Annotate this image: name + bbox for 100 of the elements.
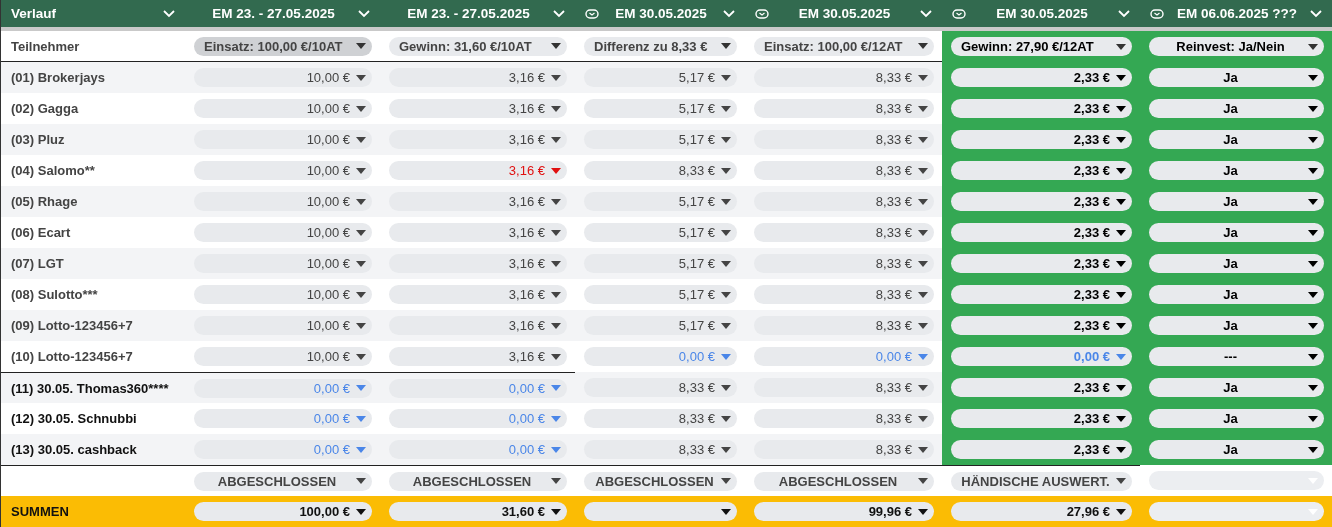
dropdown-chip[interactable]: 2,33 € <box>951 285 1132 304</box>
dropdown-chip[interactable]: 8,33 € <box>754 99 934 118</box>
chevron-down-icon[interactable] <box>1310 9 1322 18</box>
dropdown-chip[interactable]: Einsatz: 100,00 €/10AT <box>194 36 372 56</box>
dropdown-chip[interactable]: 10,00 € <box>194 99 372 118</box>
dropdown-chip[interactable]: 8,33 € <box>584 440 737 459</box>
dropdown-chip[interactable]: Ja <box>1149 161 1324 180</box>
chevron-down-icon[interactable] <box>553 9 565 18</box>
dropdown-chip[interactable]: 10,00 € <box>194 316 372 335</box>
dropdown-chip[interactable]: 10,00 € <box>194 192 372 211</box>
dropdown-chip[interactable]: 3,16 € <box>389 254 567 273</box>
dropdown-chip[interactable]: 99,96 € <box>754 502 934 521</box>
dropdown-chip[interactable]: 27,96 € <box>951 502 1132 521</box>
dropdown-chip[interactable]: 8,33 € <box>754 378 934 397</box>
dropdown-chip[interactable]: 10,00 € <box>194 161 372 180</box>
dropdown-chip[interactable]: 8,33 € <box>754 68 934 87</box>
dropdown-chip[interactable]: 10,00 € <box>194 285 372 304</box>
dropdown-chip[interactable]: 8,33 € <box>754 285 934 304</box>
dropdown-chip[interactable]: 8,33 € <box>754 254 934 273</box>
dropdown-chip[interactable]: 5,17 € <box>584 68 737 87</box>
dropdown-chip[interactable]: 5,17 € <box>584 254 737 273</box>
dropdown-chip[interactable]: 5,17 € <box>584 316 737 335</box>
dropdown-chip[interactable]: ABGESCHLOSSEN <box>194 471 372 491</box>
dropdown-chip[interactable]: HÄNDISCHE AUSWERT. <box>951 471 1132 491</box>
dropdown-chip[interactable]: Ja <box>1149 409 1324 428</box>
dropdown-chip[interactable]: 8,33 € <box>754 192 934 211</box>
dropdown-chip[interactable]: 3,16 € <box>389 99 567 118</box>
chevron-down-icon[interactable] <box>920 9 932 18</box>
dropdown-chip[interactable]: 2,33 € <box>951 316 1132 335</box>
dropdown-chip[interactable]: Ja <box>1149 223 1324 242</box>
dropdown-chip[interactable]: 10,00 € <box>194 347 372 366</box>
dropdown-chip[interactable]: 3,16 € <box>389 161 567 180</box>
column-header[interactable]: EM 30.05.2025 <box>575 0 745 27</box>
dropdown-chip[interactable]: 3,16 € <box>389 130 567 149</box>
chevron-down-icon[interactable] <box>723 9 735 18</box>
dropdown-chip[interactable]: 5,17 € <box>584 192 737 211</box>
dropdown-chip[interactable]: Ja <box>1149 99 1324 118</box>
dropdown-chip[interactable]: 2,33 € <box>951 99 1132 118</box>
column-header[interactable]: EM 23. - 27.05.2025 <box>185 0 380 27</box>
dropdown-chip[interactable]: Gewinn: 27,90 €/12AT <box>951 37 1132 56</box>
dropdown-chip[interactable]: 3,16 € <box>389 285 567 304</box>
chevron-down-icon[interactable] <box>358 9 370 18</box>
dropdown-chip[interactable]: 8,33 € <box>754 223 934 242</box>
column-header[interactable]: EM 06.06.2025 ??? <box>1140 0 1332 27</box>
dropdown-chip[interactable]: 2,33 € <box>951 254 1132 273</box>
dropdown-chip[interactable]: 2,33 € <box>951 161 1132 180</box>
dropdown-chip[interactable]: 8,33 € <box>754 130 934 149</box>
dropdown-chip[interactable]: Reinvest: Ja/Nein <box>1149 37 1324 56</box>
dropdown-chip[interactable]: 2,33 € <box>951 223 1132 242</box>
dropdown-chip[interactable]: 10,00 € <box>194 254 372 273</box>
dropdown-chip[interactable]: Ja <box>1149 440 1324 459</box>
dropdown-chip[interactable]: 8,33 € <box>754 440 934 459</box>
dropdown-chip[interactable]: 8,33 € <box>584 409 737 428</box>
dropdown-chip[interactable]: 2,33 € <box>951 68 1132 87</box>
dropdown-chip[interactable]: Differenz zu 8,33 € <box>584 36 737 56</box>
dropdown-chip[interactable]: 3,16 € <box>389 68 567 87</box>
dropdown-chip[interactable]: ABGESCHLOSSEN <box>754 471 934 491</box>
dropdown-chip[interactable]: Ja <box>1149 285 1324 304</box>
dropdown-chip[interactable]: ABGESCHLOSSEN <box>389 471 567 491</box>
dropdown-chip[interactable]: Ja <box>1149 378 1324 397</box>
chevron-down-icon[interactable] <box>1118 9 1130 18</box>
dropdown-chip[interactable]: 5,17 € <box>584 285 737 304</box>
dropdown-chip[interactable]: 10,00 € <box>194 130 372 149</box>
dropdown-chip[interactable]: 5,17 € <box>584 99 737 118</box>
dropdown-chip[interactable]: Ja <box>1149 192 1324 211</box>
dropdown-chip[interactable]: 2,33 € <box>951 130 1132 149</box>
dropdown-chip[interactable]: 5,17 € <box>584 130 737 149</box>
dropdown-chip[interactable]: 2,33 € <box>951 409 1132 428</box>
column-header[interactable]: Verlauf <box>1 0 185 27</box>
dropdown-chip[interactable]: 10,00 € <box>194 223 372 242</box>
caret-icon <box>918 136 928 143</box>
column-header[interactable]: EM 30.05.2025 <box>942 0 1140 27</box>
dropdown-chip[interactable]: 8,33 € <box>754 409 934 428</box>
dropdown-chip[interactable]: Einsatz: 100,00 €/12AT <box>754 36 934 56</box>
dropdown-chip[interactable]: Gewinn: 31,60 €/10AT <box>389 36 567 56</box>
dropdown-chip[interactable]: 100,00 € <box>194 502 372 521</box>
column-header[interactable]: EM 23. - 27.05.2025 <box>380 0 575 27</box>
dropdown-chip[interactable]: Ja <box>1149 316 1324 335</box>
dropdown-chip[interactable]: 8,33 € <box>754 316 934 335</box>
dropdown-chip[interactable]: 31,60 € <box>389 502 567 521</box>
dropdown-chip[interactable]: ABGESCHLOSSEN <box>584 471 737 491</box>
dropdown-chip[interactable]: 3,16 € <box>389 316 567 335</box>
dropdown-chip[interactable]: --- <box>1149 347 1324 366</box>
dropdown-chip[interactable]: 8,33 € <box>754 161 934 180</box>
dropdown-chip[interactable]: Ja <box>1149 130 1324 149</box>
dropdown-chip[interactable]: 8,33 € <box>584 378 737 397</box>
dropdown-chip[interactable]: 3,16 € <box>389 192 567 211</box>
dropdown-chip[interactable]: 3,16 € <box>389 347 567 366</box>
dropdown-chip[interactable]: 2,33 € <box>951 440 1132 459</box>
chevron-down-icon[interactable] <box>163 9 175 18</box>
dropdown-chip[interactable]: Ja <box>1149 68 1324 87</box>
column-header[interactable]: EM 30.05.2025 <box>745 0 942 27</box>
dropdown-chip[interactable]: 2,33 € <box>951 192 1132 211</box>
dropdown-chip[interactable]: 10,00 € <box>194 68 372 87</box>
caret-icon <box>918 446 928 453</box>
dropdown-chip[interactable]: 3,16 € <box>389 223 567 242</box>
dropdown-chip[interactable]: Ja <box>1149 254 1324 273</box>
dropdown-chip[interactable]: 2,33 € <box>951 378 1132 397</box>
dropdown-chip[interactable]: 8,33 € <box>584 161 737 180</box>
dropdown-chip[interactable]: 5,17 € <box>584 223 737 242</box>
